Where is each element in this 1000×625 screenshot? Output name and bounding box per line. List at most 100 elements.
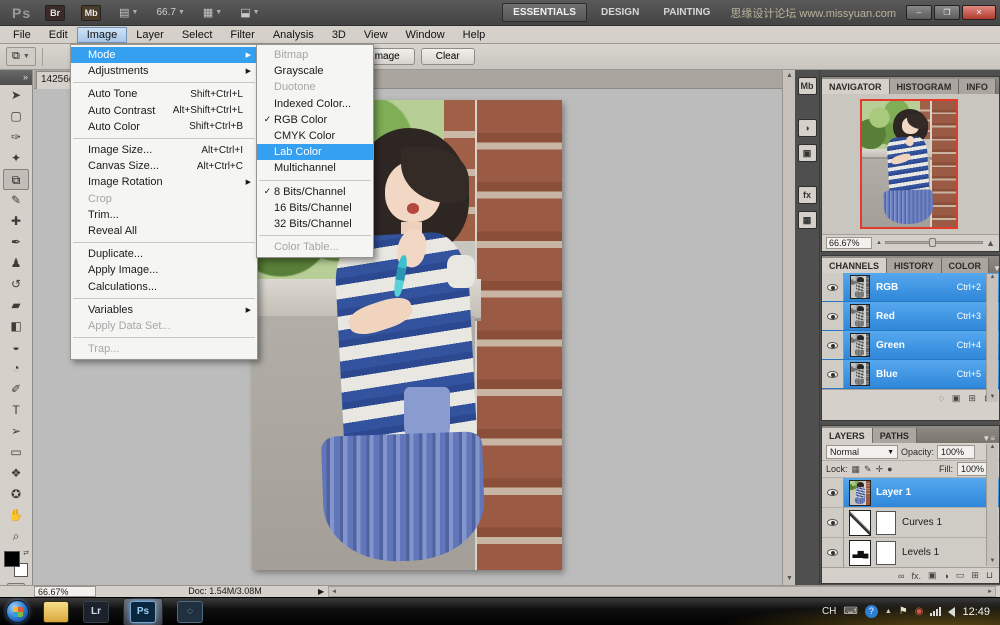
hand-tool[interactable]: ✋	[3, 505, 29, 526]
workspace-painting[interactable]: PAINTING	[653, 4, 720, 21]
menu-item-auto-contrast[interactable]: Auto Contrast Alt+Shift+Ctrl+L	[71, 103, 257, 119]
zoom-level-button[interactable]: 66.7 ▼	[156, 7, 184, 18]
eraser-tool[interactable]: ▰	[3, 295, 29, 316]
status-zoom-field[interactable]: 66.67%	[34, 586, 96, 597]
gradient-tool[interactable]: ◧	[3, 316, 29, 337]
zoom-tool[interactable]: ⌕	[3, 526, 29, 547]
clock[interactable]: 12:49	[962, 606, 990, 618]
layer-mask-thumbnail[interactable]	[876, 541, 896, 565]
panel-scrollbar[interactable]: ▲ ▼	[986, 274, 998, 402]
menu-help[interactable]: Help	[454, 28, 495, 42]
menu-file[interactable]: File	[4, 28, 40, 42]
add-mask-icon[interactable]: ▣	[928, 570, 937, 581]
workspace-design[interactable]: DESIGN	[591, 4, 649, 21]
styles-panel-icon[interactable]: fx	[798, 186, 817, 204]
mini-bridge-panel-icon[interactable]: Mb	[798, 77, 817, 95]
menu-item-adjustments[interactable]: Adjustments ▶	[71, 63, 257, 79]
menu-item-grayscale[interactable]: Grayscale	[257, 63, 373, 79]
panel-scrollbar[interactable]: ▲ ▼	[986, 444, 998, 566]
panel-menu-icon[interactable]: ▼≡	[996, 85, 1000, 94]
vertical-scrollbar[interactable]: ▲ ▼	[782, 70, 795, 585]
layer-style-icon[interactable]: fx.	[911, 571, 921, 581]
lock-all-icon[interactable]: ●	[887, 464, 892, 474]
zoom-slider-thumb[interactable]	[929, 238, 936, 247]
menu-item-multichannel[interactable]: Multichannel	[257, 160, 373, 176]
panel-menu-icon[interactable]: ▼≡	[978, 434, 999, 443]
menu-item-lab-color[interactable]: Lab Color	[257, 144, 373, 160]
scroll-left-icon[interactable]: ◄	[331, 589, 337, 595]
foreground-color-swatch[interactable]	[4, 551, 20, 567]
type-tool[interactable]: T	[3, 400, 29, 421]
network-signal-icon[interactable]	[930, 607, 941, 616]
tab-color[interactable]: COLOR	[942, 258, 990, 273]
menu-item-calculations[interactable]: Calculations...	[71, 278, 257, 294]
restore-button[interactable]: ❐	[934, 5, 960, 20]
visibility-toggle[interactable]	[822, 302, 844, 330]
shape-tool[interactable]: ▭	[3, 442, 29, 463]
menu-item-canvas-size[interactable]: Canvas Size... Alt+Ctrl+C	[71, 158, 257, 174]
menu-select[interactable]: Select	[173, 28, 222, 42]
opacity-field[interactable]: 100%	[937, 445, 975, 459]
quick-selection-tool[interactable]: ✦	[3, 148, 29, 169]
visibility-toggle[interactable]	[822, 478, 844, 507]
arrange-documents-button[interactable]: ▦ ▼	[203, 6, 222, 19]
menu-edit[interactable]: Edit	[40, 28, 77, 42]
menu-item-32-bits[interactable]: 32 Bits/Channel	[257, 216, 373, 232]
new-group-icon[interactable]: ▭	[956, 570, 965, 581]
swatches-panel-icon[interactable]: ▦	[798, 211, 817, 229]
minimize-button[interactable]: –	[906, 5, 932, 20]
status-options-icon[interactable]: ▶	[318, 587, 324, 596]
photoshop-taskbar-button[interactable]: Ps	[123, 598, 163, 625]
help-tray-icon[interactable]: ?	[865, 605, 878, 618]
menu-item-rgb-color[interactable]: ✓ RGB Color	[257, 112, 373, 128]
browser-taskbar-icon[interactable]: ◌	[177, 601, 203, 623]
marquee-tool[interactable]: ▢	[3, 106, 29, 127]
panel-menu-icon[interactable]: ▼≡	[989, 264, 1000, 273]
new-channel-icon[interactable]: ⊞	[968, 393, 976, 404]
move-tool[interactable]: ➤	[3, 85, 29, 106]
rotate-3d-tool[interactable]: ❖	[3, 463, 29, 484]
pen-tool[interactable]: ✐	[3, 379, 29, 400]
dodge-tool[interactable]: ◔	[3, 358, 29, 379]
link-layers-icon[interactable]: ∞	[898, 571, 904, 581]
menu-item-cmyk-color[interactable]: CMYK Color	[257, 128, 373, 144]
layer-row-curves1[interactable]: Curves 1	[822, 508, 999, 538]
explorer-taskbar-icon[interactable]	[43, 601, 69, 623]
menu-item-duplicate[interactable]: Duplicate...	[71, 246, 257, 262]
menu-item-reveal-all[interactable]: Reveal All	[71, 223, 257, 239]
menu-filter[interactable]: Filter	[221, 28, 263, 42]
close-button[interactable]: ✕	[962, 5, 996, 20]
crop-tool-preset[interactable]: ⧉ ▼	[6, 47, 36, 66]
tab-history[interactable]: HISTORY	[887, 258, 942, 273]
keyboard-icon[interactable]: ⌨	[843, 606, 857, 617]
tab-info[interactable]: INFO	[959, 79, 996, 94]
clone-stamp-tool[interactable]: ♟	[3, 253, 29, 274]
lock-pixels-icon[interactable]: ✎	[864, 464, 872, 475]
new-adjustment-layer-icon[interactable]: ◑	[943, 571, 948, 581]
menu-item-mode[interactable]: Mode ▶	[71, 47, 257, 63]
layer-row-layer1[interactable]: Layer 1	[822, 478, 999, 508]
channel-row-blue[interactable]: Blue Ctrl+5	[822, 360, 999, 389]
menu-item-image-rotation[interactable]: Image Rotation ▶	[71, 174, 257, 190]
eyedropper-tool[interactable]: ✎	[3, 190, 29, 211]
lightroom-taskbar-icon[interactable]: Lr	[83, 601, 109, 623]
visibility-toggle[interactable]	[822, 538, 844, 567]
menu-layer[interactable]: Layer	[127, 28, 173, 42]
action-center-flag-icon[interactable]: ⚑	[899, 606, 908, 617]
menu-view[interactable]: View	[355, 28, 397, 42]
channel-row-red[interactable]: Red Ctrl+3	[822, 302, 999, 331]
layer-mask-thumbnail[interactable]	[876, 511, 896, 535]
swap-colors-icon[interactable]: ⇄	[23, 549, 29, 557]
history-brush-tool[interactable]: ↺	[3, 274, 29, 295]
menu-window[interactable]: Window	[397, 28, 454, 42]
tab-paths[interactable]: PATHS	[873, 428, 917, 443]
adjustments-panel-icon[interactable]: ◑	[798, 119, 817, 137]
spot-healing-tool[interactable]: ✚	[3, 211, 29, 232]
menu-item-auto-color[interactable]: Auto Color Shift+Ctrl+B	[71, 119, 257, 135]
tools-collapse-button[interactable]: »	[0, 70, 32, 85]
volume-icon[interactable]	[948, 607, 955, 617]
show-hidden-icons[interactable]: ▲	[885, 608, 892, 615]
navigator-zoom-field[interactable]: 66.67%	[826, 237, 872, 249]
horizontal-scrollbar[interactable]: ◄ ►	[328, 586, 996, 597]
menu-analysis[interactable]: Analysis	[264, 28, 323, 42]
